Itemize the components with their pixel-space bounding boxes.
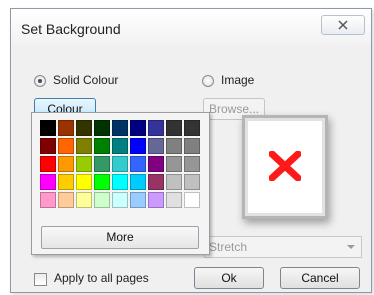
colour-swatch[interactable]	[40, 156, 56, 172]
colour-swatch[interactable]	[130, 120, 146, 136]
colour-swatch[interactable]	[40, 138, 56, 154]
dialog-title: Set Background	[21, 21, 121, 37]
background-preview	[248, 121, 322, 213]
colour-swatch[interactable]	[166, 138, 182, 154]
colour-swatch[interactable]	[94, 156, 110, 172]
colour-swatch[interactable]	[94, 138, 110, 154]
colour-swatch[interactable]	[184, 156, 200, 172]
colour-swatch[interactable]	[166, 192, 182, 208]
colour-swatch[interactable]	[40, 174, 56, 190]
colour-swatch[interactable]	[40, 120, 56, 136]
colour-swatch[interactable]	[76, 174, 92, 190]
broken-image-x-icon	[269, 151, 301, 181]
apply-all-checkbox[interactable]	[34, 273, 47, 286]
browse-button[interactable]: Browse...	[203, 98, 265, 120]
colour-swatch[interactable]	[112, 156, 128, 172]
colour-swatch[interactable]	[76, 192, 92, 208]
colour-swatch[interactable]	[58, 174, 74, 190]
colour-swatch[interactable]	[148, 138, 164, 154]
image-mode-value: Stretch	[209, 240, 248, 254]
colour-swatch[interactable]	[166, 174, 182, 190]
colour-swatch[interactable]	[76, 156, 92, 172]
colour-swatch[interactable]	[94, 174, 110, 190]
colour-swatch[interactable]	[130, 138, 146, 154]
close-button[interactable]	[321, 15, 365, 35]
colour-swatch[interactable]	[112, 174, 128, 190]
colour-swatch[interactable]	[76, 138, 92, 154]
colour-swatch[interactable]	[112, 138, 128, 154]
colour-swatch[interactable]	[130, 174, 146, 190]
ok-button[interactable]: Ok	[194, 267, 264, 289]
colour-swatch[interactable]	[148, 120, 164, 136]
colour-swatch[interactable]	[184, 192, 200, 208]
image-label[interactable]: Image	[221, 73, 254, 87]
cancel-button[interactable]: Cancel	[280, 267, 360, 289]
chevron-down-icon	[347, 245, 355, 249]
colour-palette-popup: More	[31, 112, 210, 255]
colour-swatch[interactable]	[166, 120, 182, 136]
image-mode-dropdown[interactable]: Stretch	[204, 236, 362, 258]
more-colours-button[interactable]: More	[41, 226, 199, 249]
colour-swatch[interactable]	[40, 192, 56, 208]
colour-swatch[interactable]	[58, 192, 74, 208]
colour-swatch[interactable]	[58, 120, 74, 136]
apply-all-label[interactable]: Apply to all pages	[54, 271, 149, 285]
solid-colour-radio[interactable]	[34, 75, 46, 87]
colour-swatch[interactable]	[112, 192, 128, 208]
image-radio[interactable]	[202, 75, 214, 87]
colour-swatch[interactable]	[184, 120, 200, 136]
colour-swatch-grid	[40, 120, 202, 208]
colour-swatch[interactable]	[148, 174, 164, 190]
colour-swatch[interactable]	[148, 156, 164, 172]
colour-swatch[interactable]	[166, 156, 182, 172]
colour-swatch[interactable]	[148, 192, 164, 208]
colour-swatch[interactable]	[184, 174, 200, 190]
colour-swatch[interactable]	[130, 192, 146, 208]
colour-swatch[interactable]	[94, 120, 110, 136]
colour-swatch[interactable]	[58, 138, 74, 154]
solid-colour-label[interactable]: Solid Colour	[53, 73, 118, 87]
close-icon	[338, 20, 348, 30]
title-bar: Set Background	[11, 9, 371, 45]
colour-swatch[interactable]	[112, 120, 128, 136]
colour-swatch[interactable]	[184, 138, 200, 154]
colour-swatch[interactable]	[58, 156, 74, 172]
colour-swatch[interactable]	[94, 192, 110, 208]
colour-swatch[interactable]	[130, 156, 146, 172]
colour-swatch[interactable]	[76, 120, 92, 136]
